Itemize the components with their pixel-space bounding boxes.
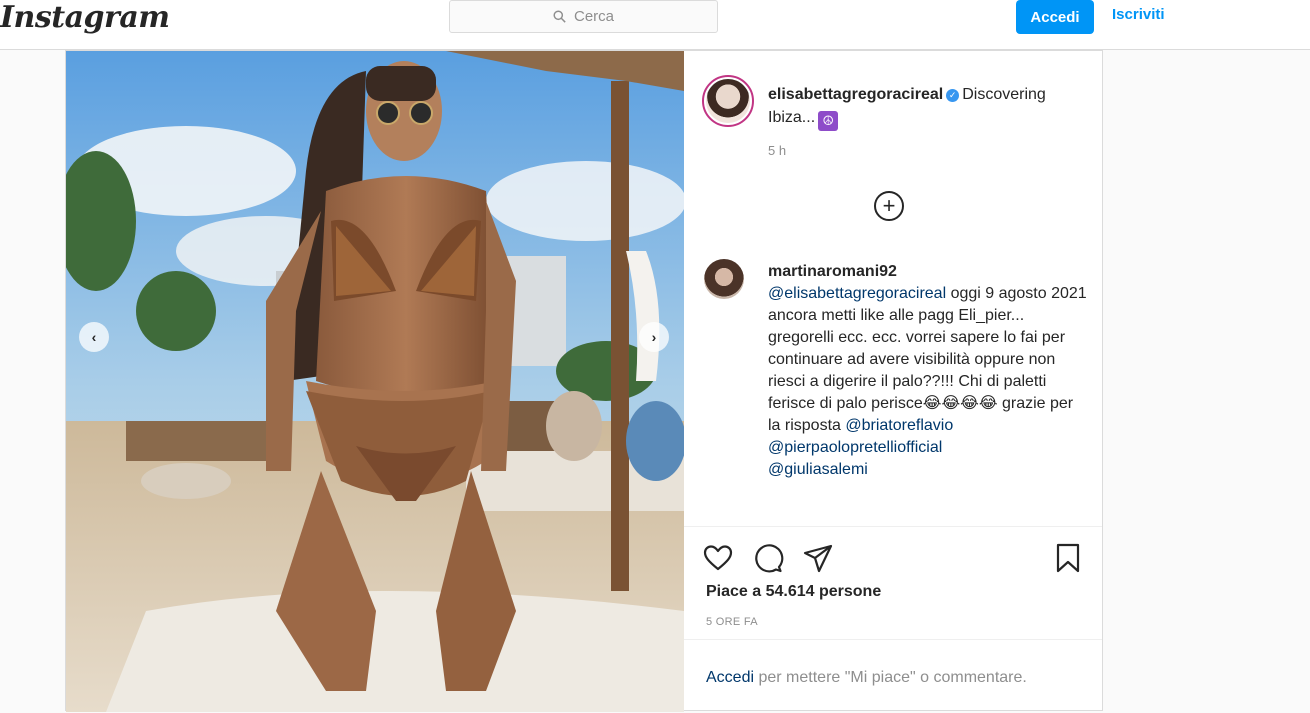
verified-icon: ✓: [946, 89, 960, 102]
chevron-right-icon: ›: [651, 329, 657, 345]
login-prompt-text: per mettere "Mi piace" o commentare.: [754, 669, 1027, 686]
post-card: ‹ › elisabettagregoracireal ✓ Discovering …: [65, 50, 1103, 712]
login-prompt: Accedi per mettere "Mi piace" o commenta…: [684, 639, 1102, 711]
action-bar: Piace a 54.614 persone 5 ORE FA Accedi p…: [684, 526, 1102, 710]
commenter-username[interactable]: martinaromani92: [768, 261, 1088, 283]
caption-time: 5 h: [768, 143, 787, 158]
comments-section: elisabettagregoracireal ✓ Discovering Ibiz…: [684, 51, 1102, 526]
mention-link[interactable]: @giuliasalemi: [768, 461, 868, 478]
signup-link[interactable]: Iscriviti: [1112, 6, 1165, 23]
author-avatar[interactable]: [702, 75, 754, 127]
author-username[interactable]: elisabettagregoracireal: [768, 86, 943, 103]
search-placeholder: Cerca: [573, 8, 614, 25]
comment-icon[interactable]: [752, 542, 784, 574]
post-sidebar: elisabettagregoracireal ✓ Discovering Ibiz…: [684, 51, 1102, 710]
beach-photo: [66, 51, 684, 712]
mention-link[interactable]: @briatoreflavio: [845, 417, 953, 434]
plus-circle-icon[interactable]: +: [874, 191, 904, 221]
login-link[interactable]: Accedi: [706, 669, 754, 686]
login-button[interactable]: Accedi: [1016, 0, 1094, 34]
comment-emojis: 😂😂😂😂: [922, 395, 998, 412]
mention-link[interactable]: @elisabettagregoracireal: [768, 285, 946, 302]
instagram-logo[interactable]: Instagram: [0, 0, 170, 35]
comment-body: oggi 9 agosto 2021 ancora metti like all…: [768, 285, 1087, 412]
previous-image-button[interactable]: ‹: [79, 322, 109, 352]
search-input[interactable]: Cerca: [449, 0, 718, 33]
peace-emoji: ☮: [818, 111, 839, 131]
chevron-left-icon: ‹: [91, 329, 97, 345]
search-icon: [553, 10, 566, 23]
next-image-button[interactable]: ›: [639, 322, 669, 352]
commenter-avatar[interactable]: [704, 259, 744, 299]
post-image[interactable]: ‹ ›: [66, 51, 684, 712]
share-icon[interactable]: [802, 542, 834, 574]
likes-count[interactable]: Piace a 54.614 persone: [706, 583, 881, 601]
comment: martinaromani92 @elisabettagregoracireal…: [768, 261, 1088, 481]
caption: elisabettagregoracireal ✓ Discovering Ibiz…: [768, 83, 1088, 131]
mention-link[interactable]: @pierpaolopretelliofficial: [768, 439, 942, 456]
heart-icon[interactable]: [702, 542, 734, 574]
top-navbar: Instagram Cerca Accedi Iscriviti: [0, 0, 1310, 50]
post-timestamp: 5 ORE FA: [706, 616, 758, 628]
bookmark-icon[interactable]: [1052, 542, 1084, 574]
